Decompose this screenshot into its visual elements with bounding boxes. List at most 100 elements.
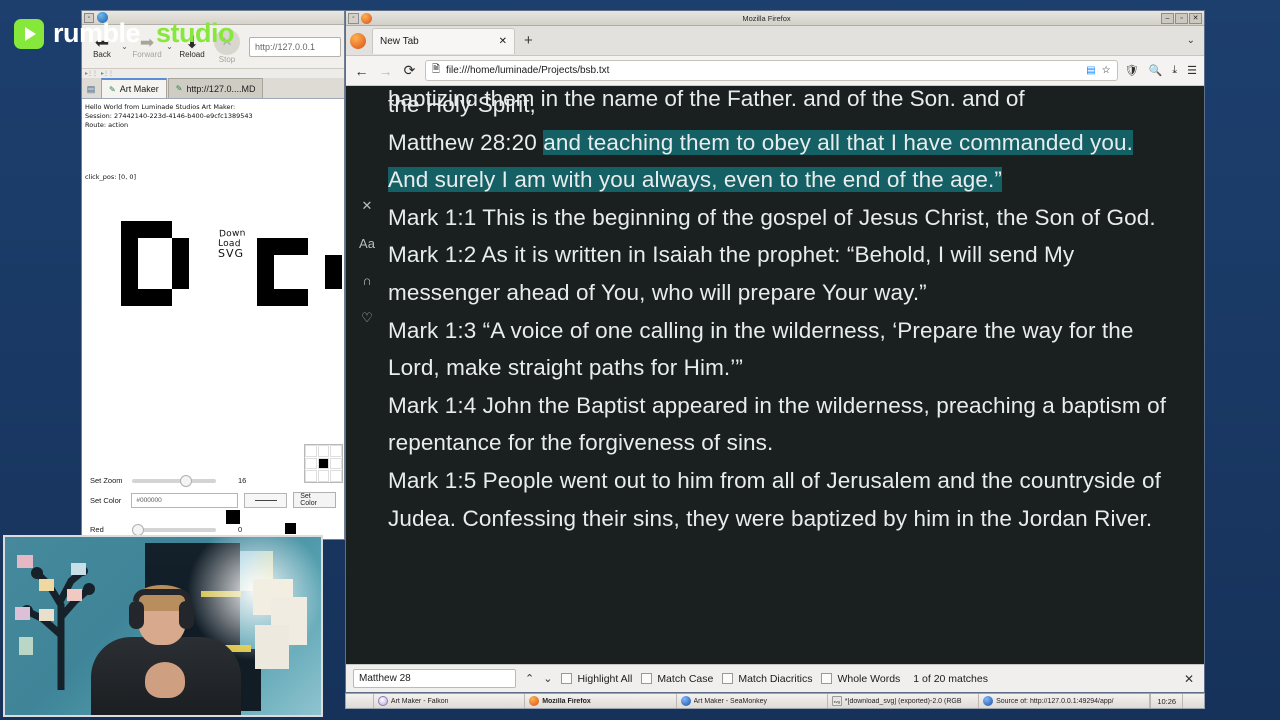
pixel-empty[interactable]: [206, 289, 223, 306]
set-zoom-row[interactable]: Set Zoom 16: [90, 474, 336, 487]
whole-words-checkbox[interactable]: Whole Words: [821, 673, 900, 685]
pixel-row[interactable]: [104, 272, 344, 289]
pixel-filled[interactable]: [121, 272, 138, 289]
pixel-empty[interactable]: [274, 204, 291, 221]
taskbar-start-area[interactable]: [346, 694, 374, 708]
pixel-empty[interactable]: [325, 289, 342, 306]
pixel-empty[interactable]: [189, 306, 206, 323]
pixel-empty[interactable]: [291, 272, 308, 289]
pixel-empty[interactable]: [240, 272, 257, 289]
window-controls[interactable]: – ▫ ✕: [1161, 12, 1202, 24]
pixel-filled[interactable]: [325, 272, 342, 289]
pixel-empty[interactable]: [104, 255, 121, 272]
pixel-filled[interactable]: [121, 289, 138, 306]
zoom-slider-knob[interactable]: [180, 474, 192, 487]
pixel-filled[interactable]: [138, 289, 155, 306]
close-find-bar-icon[interactable]: ✕: [1184, 672, 1197, 686]
close-reader-icon[interactable]: ✕: [362, 198, 373, 214]
pixel-empty[interactable]: [342, 238, 344, 255]
pixel-empty[interactable]: [155, 272, 172, 289]
falkon-toolbar[interactable]: ⬅ Back ⌄ ➡ Forward ⌄ ⬇ Reload ✕ Stop htt…: [82, 25, 344, 69]
pixel-filled[interactable]: [274, 289, 291, 306]
pixel-empty[interactable]: [189, 272, 206, 289]
red-slider-knob[interactable]: [132, 523, 144, 536]
pixel-empty[interactable]: [223, 289, 240, 306]
pixel-empty[interactable]: [342, 306, 344, 323]
pixel-empty[interactable]: [308, 238, 325, 255]
pixel-empty[interactable]: [155, 255, 172, 272]
pixel-empty[interactable]: [138, 204, 155, 221]
grid-cell[interactable]: [305, 457, 317, 470]
find-input[interactable]: Matthew 28: [353, 669, 516, 688]
pixel-empty[interactable]: [172, 289, 189, 306]
pixel-empty[interactable]: [274, 255, 291, 272]
shield-icon[interactable]: 🛡: [1125, 64, 1139, 77]
pixel-filled[interactable]: [291, 238, 308, 255]
pixel-empty[interactable]: [257, 221, 274, 238]
bookmark-star-icon[interactable]: ☆: [1102, 65, 1111, 76]
checkbox-box[interactable]: [641, 673, 653, 684]
pixel-row[interactable]: [104, 289, 344, 306]
pixel-empty[interactable]: [104, 238, 121, 255]
red-slider[interactable]: [132, 523, 216, 536]
pixel-filled[interactable]: [257, 255, 274, 272]
system-taskbar[interactable]: Art Maker - Falkon Mozilla Firefox Art M…: [345, 693, 1205, 709]
grid-cell[interactable]: [305, 445, 317, 457]
pixel-empty[interactable]: [138, 238, 155, 255]
stop-button[interactable]: ✕ Stop: [210, 29, 244, 64]
pixel-row[interactable]: [104, 255, 344, 272]
pixel-empty[interactable]: [257, 204, 274, 221]
taskbar-item-falkon[interactable]: Art Maker - Falkon: [374, 694, 526, 708]
reader-mode-icon[interactable]: ▤: [1086, 65, 1095, 76]
pixel-empty[interactable]: [257, 306, 274, 323]
reload-button[interactable]: ⬇ Reload: [175, 34, 209, 59]
font-size-icon[interactable]: Aa: [359, 236, 375, 251]
pixel-empty[interactable]: [291, 204, 308, 221]
pixel-empty[interactable]: [155, 204, 172, 221]
pixel-filled[interactable]: [172, 272, 189, 289]
falkon-toolbar-handle[interactable]: ▸⋮⋮ ▸⋮⋮: [82, 69, 344, 78]
art-maker-controls[interactable]: Set Zoom 16 Set Color #000000 Set Color …: [82, 474, 344, 539]
tab-new-tab[interactable]: New Tab ✕: [372, 27, 515, 54]
pixel-empty[interactable]: [155, 238, 172, 255]
pixel-empty[interactable]: [206, 306, 223, 323]
pixel-filled[interactable]: [291, 289, 308, 306]
list-all-tabs-chevron-icon[interactable]: ⌄: [1187, 35, 1204, 46]
pixel-empty[interactable]: [240, 306, 257, 323]
pixel-filled[interactable]: [325, 255, 342, 272]
back-button[interactable]: ←: [353, 63, 370, 79]
pixel-empty[interactable]: [138, 306, 155, 323]
match-case-checkbox[interactable]: Match Case: [641, 673, 713, 685]
falkon-system-menu-icon[interactable]: ▫: [84, 12, 94, 23]
pixel-filled[interactable]: [172, 255, 189, 272]
pixel-empty[interactable]: [206, 238, 223, 255]
pixel-empty[interactable]: [138, 272, 155, 289]
pixel-empty[interactable]: [240, 255, 257, 272]
checkbox-box[interactable]: [561, 673, 573, 684]
pixel-empty[interactable]: [308, 306, 325, 323]
falkon-address-bar[interactable]: http://127.0.0.1: [249, 36, 341, 57]
firefox-navigation-toolbar[interactable]: ← → ⟳ 🗎 file:///home/luminade/Projects/b…: [346, 56, 1204, 86]
pixel-empty[interactable]: [138, 255, 155, 272]
reader-mode-sidebar[interactable]: ✕ Aa ∩ ♡: [346, 86, 388, 664]
falkon-title-bar[interactable]: ▫: [82, 11, 344, 25]
forward-button[interactable]: →: [377, 63, 394, 79]
pixel-empty[interactable]: [308, 221, 325, 238]
narrate-headphone-icon[interactable]: ∩: [362, 273, 371, 288]
find-previous-icon[interactable]: ⌃: [525, 672, 534, 685]
pixel-empty[interactable]: [155, 306, 172, 323]
pixel-filled[interactable]: [257, 289, 274, 306]
pixel-empty[interactable]: [274, 272, 291, 289]
pixel-filled[interactable]: [155, 289, 172, 306]
pixel-filled[interactable]: [121, 238, 138, 255]
grid-cell[interactable]: [330, 445, 342, 457]
pixel-empty[interactable]: [342, 272, 344, 289]
find-next-icon[interactable]: ⌄: [543, 672, 552, 685]
pixel-empty[interactable]: [240, 238, 257, 255]
zoom-slider[interactable]: [132, 474, 216, 487]
forward-button[interactable]: ➡ Forward: [130, 34, 164, 59]
search-icon[interactable]: 🔍: [1149, 64, 1163, 77]
pixel-empty[interactable]: [291, 255, 308, 272]
pixel-filled[interactable]: [155, 221, 172, 238]
pixel-empty[interactable]: [325, 204, 342, 221]
